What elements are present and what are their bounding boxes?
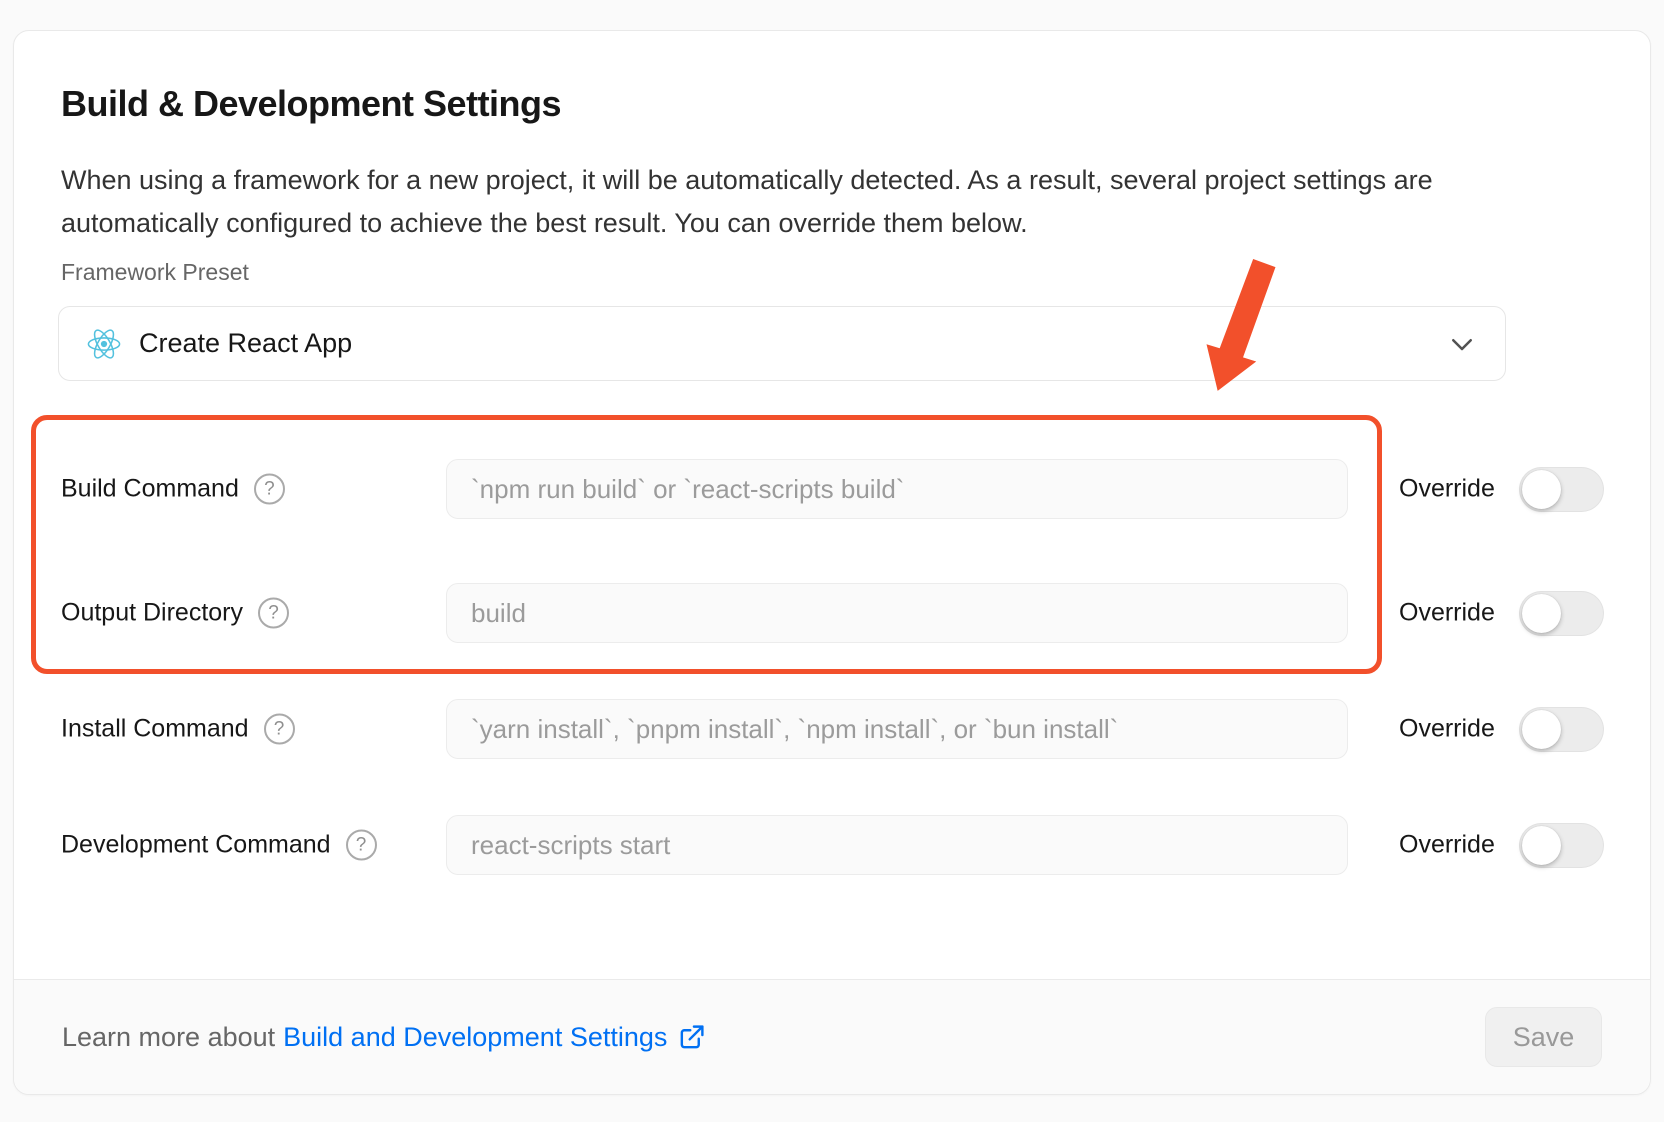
framework-preset-label: Framework Preset [61, 259, 249, 286]
install-command-input[interactable] [446, 699, 1348, 759]
development-command-row: Development Command ? Override [14, 815, 1650, 875]
page-description: When using a framework for a new project… [61, 159, 1521, 245]
development-command-input[interactable] [446, 815, 1348, 875]
output-directory-input[interactable] [446, 583, 1348, 643]
build-settings-card: Build & Development Settings When using … [13, 30, 1651, 1095]
build-command-input[interactable] [446, 459, 1348, 519]
external-link-icon [677, 1023, 706, 1052]
build-command-override-toggle[interactable] [1519, 467, 1604, 512]
chevron-down-icon [1447, 329, 1477, 359]
toggle-knob [1522, 710, 1561, 749]
learn-more-text: Learn more about Build and Development S… [62, 1022, 706, 1053]
install-command-override-toggle[interactable] [1519, 707, 1604, 752]
override-label: Override [1399, 599, 1495, 628]
help-icon[interactable]: ? [254, 474, 285, 505]
build-settings-docs-link[interactable]: Build and Development Settings [283, 1022, 706, 1053]
install-command-label-group: Install Command ? [61, 714, 295, 745]
development-command-label: Development Command [61, 831, 331, 860]
react-logo-icon [87, 327, 121, 361]
output-directory-override-toggle[interactable] [1519, 591, 1604, 636]
override-label: Override [1399, 715, 1495, 744]
install-command-row: Install Command ? Override [14, 699, 1650, 759]
build-command-label-group: Build Command ? [61, 474, 285, 505]
development-command-label-group: Development Command ? [61, 830, 377, 861]
output-directory-row: Output Directory ? Override [14, 583, 1650, 643]
override-label: Override [1399, 831, 1495, 860]
card-footer: Learn more about Build and Development S… [14, 979, 1650, 1094]
output-directory-label: Output Directory [61, 599, 243, 628]
help-icon[interactable]: ? [346, 830, 377, 861]
override-label: Override [1399, 475, 1495, 504]
toggle-knob [1522, 470, 1561, 509]
framework-preset-select[interactable]: Create React App [58, 306, 1506, 381]
page-title: Build & Development Settings [61, 83, 561, 125]
learn-more-prefix: Learn more about [62, 1022, 275, 1053]
help-icon[interactable]: ? [264, 714, 295, 745]
framework-selected-value: Create React App [139, 328, 352, 359]
install-command-label: Install Command [61, 715, 249, 744]
build-command-row: Build Command ? Override [14, 459, 1650, 519]
development-command-override-toggle[interactable] [1519, 823, 1604, 868]
build-command-label: Build Command [61, 475, 239, 504]
help-icon[interactable]: ? [258, 598, 289, 629]
learn-more-link-label: Build and Development Settings [283, 1022, 667, 1053]
save-button[interactable]: Save [1485, 1007, 1602, 1067]
toggle-knob [1522, 594, 1561, 633]
output-directory-label-group: Output Directory ? [61, 598, 289, 629]
toggle-knob [1522, 826, 1561, 865]
